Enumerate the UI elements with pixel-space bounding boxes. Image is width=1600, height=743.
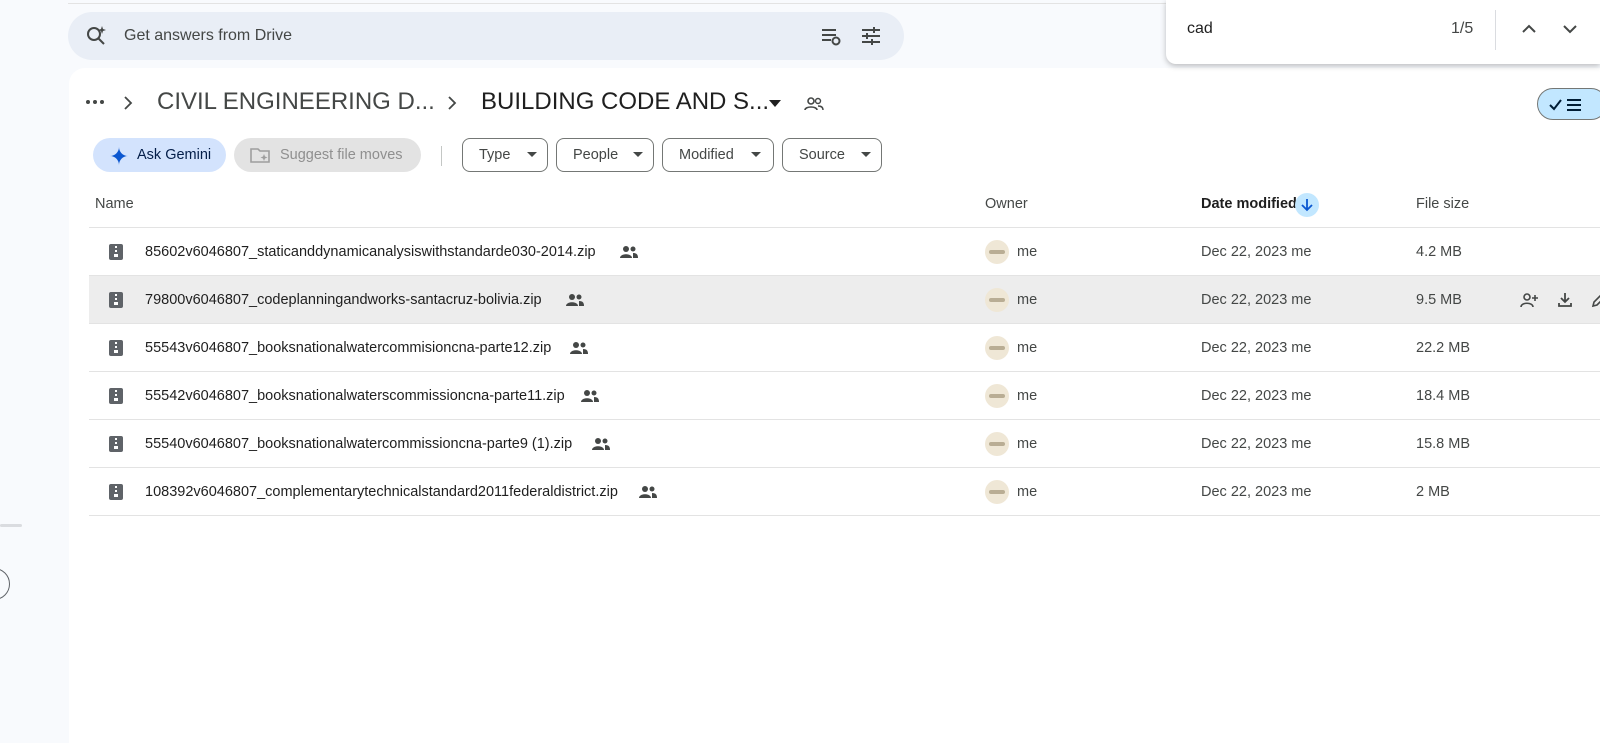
filter-people-label: People bbox=[573, 147, 619, 163]
shared-people-icon bbox=[620, 246, 638, 258]
find-match-count: 1/5 bbox=[1451, 20, 1474, 37]
more-horiz-icon[interactable] bbox=[82, 89, 108, 115]
suggest-file-moves-button[interactable]: Suggest file moves bbox=[234, 138, 421, 172]
file-name[interactable]: 85602v6046807_staticanddynamicanalysiswi… bbox=[145, 244, 596, 260]
table-header: Name Owner Date modified File size bbox=[89, 188, 1600, 228]
filter-tune-icon[interactable] bbox=[860, 25, 882, 47]
check-list-icon bbox=[1549, 99, 1581, 111]
filter-modified-label: Modified bbox=[679, 147, 734, 163]
column-date-modified[interactable]: Date modified bbox=[1201, 196, 1297, 212]
shared-people-icon bbox=[592, 438, 610, 450]
ask-gemini-label: Ask Gemini bbox=[137, 147, 212, 163]
avatar bbox=[985, 384, 1009, 408]
date-modified-text: Dec 22, 2023 me bbox=[1201, 484, 1312, 500]
zip-file-icon bbox=[109, 292, 123, 308]
avatar bbox=[985, 432, 1009, 456]
date-modified-text: Dec 22, 2023 me bbox=[1201, 292, 1312, 308]
breadcrumb-current[interactable]: BUILDING CODE AND S... bbox=[481, 88, 769, 116]
shared-people-icon bbox=[639, 486, 657, 498]
owner-text: me bbox=[1017, 484, 1038, 500]
sort-direction-button[interactable] bbox=[1295, 193, 1319, 217]
table-row[interactable]: 55540v6046807_booksnationalwatercommissi… bbox=[89, 420, 1600, 468]
download-icon[interactable] bbox=[1555, 290, 1575, 310]
column-file-size[interactable]: File size bbox=[1416, 196, 1469, 212]
chevron-down-icon[interactable] bbox=[1561, 20, 1579, 38]
column-owner[interactable]: Owner bbox=[985, 196, 1028, 212]
zip-file-icon bbox=[109, 484, 123, 500]
column-name[interactable]: Name bbox=[95, 196, 134, 212]
date-modified-text: Dec 22, 2023 me bbox=[1201, 388, 1312, 404]
filter-modified[interactable]: Modified bbox=[662, 138, 774, 172]
filter-type-label: Type bbox=[479, 147, 511, 163]
shared-people-icon bbox=[566, 294, 584, 306]
file-size-text: 2 MB bbox=[1416, 484, 1450, 500]
avatar bbox=[985, 336, 1009, 360]
chevron-right-icon bbox=[448, 96, 457, 110]
avatar bbox=[985, 480, 1009, 504]
search-input[interactable]: Get answers from Drive bbox=[124, 27, 292, 45]
date-modified-text: Dec 22, 2023 me bbox=[1201, 340, 1312, 356]
caret-down-icon bbox=[861, 152, 871, 157]
zip-file-icon bbox=[109, 436, 123, 452]
table-row[interactable]: 85602v6046807_staticanddynamicanalysiswi… bbox=[89, 228, 1600, 276]
owner-text: me bbox=[1017, 244, 1038, 260]
ask-gemini-button[interactable]: Ask Gemini bbox=[93, 138, 226, 172]
filter-type[interactable]: Type bbox=[462, 138, 548, 172]
owner-text: me bbox=[1017, 436, 1038, 452]
search-sparkle-icon bbox=[87, 26, 106, 45]
table-row[interactable]: 55542v6046807_booksnationalwaterscommiss… bbox=[89, 372, 1600, 420]
owner-text: me bbox=[1017, 388, 1038, 404]
file-size-text: 15.8 MB bbox=[1416, 436, 1470, 452]
left-sidebar bbox=[0, 0, 68, 743]
table-row[interactable]: 108392v6046807_complementarytechnicalsta… bbox=[89, 468, 1600, 516]
folder-sparkle-icon bbox=[250, 148, 270, 163]
file-name[interactable]: 108392v6046807_complementarytechnicalsta… bbox=[145, 484, 618, 500]
chip-divider bbox=[441, 146, 442, 166]
breadcrumb-parent[interactable]: CIVIL ENGINEERING D... bbox=[157, 88, 435, 116]
table-row[interactable]: 55543v6046807_booksnationalwatercommisio… bbox=[89, 324, 1600, 372]
file-name[interactable]: 55542v6046807_booksnationalwaterscommiss… bbox=[145, 388, 565, 404]
file-name[interactable]: 55540v6046807_booksnationalwatercommissi… bbox=[145, 436, 572, 452]
view-toggle-list[interactable] bbox=[1537, 88, 1600, 120]
find-input[interactable]: cad bbox=[1187, 20, 1213, 38]
avatar bbox=[985, 288, 1009, 312]
file-name[interactable]: 55543v6046807_booksnationalwatercommisio… bbox=[145, 340, 551, 356]
file-size-text: 18.4 MB bbox=[1416, 388, 1470, 404]
shared-people-icon bbox=[570, 342, 588, 354]
owner-text: me bbox=[1017, 340, 1038, 356]
suggest-file-moves-label: Suggest file moves bbox=[280, 147, 403, 163]
gemini-sparkle-icon bbox=[110, 147, 128, 165]
zip-file-icon bbox=[109, 388, 123, 404]
sidebar-divider bbox=[0, 524, 22, 527]
search-bar[interactable]: Get answers from Drive bbox=[68, 12, 904, 60]
avatar bbox=[985, 240, 1009, 264]
chevron-up-icon[interactable] bbox=[1520, 20, 1538, 38]
find-divider bbox=[1495, 10, 1496, 50]
filter-source[interactable]: Source bbox=[782, 138, 882, 172]
date-modified-text: Dec 22, 2023 me bbox=[1201, 244, 1312, 260]
arrow-down-icon bbox=[1301, 199, 1313, 212]
find-in-page-bar: cad 1/5 bbox=[1166, 0, 1600, 64]
table-row[interactable]: 79800v6046807_codeplanningandworks-santa… bbox=[89, 276, 1600, 324]
shared-folder-people-icon bbox=[804, 97, 824, 111]
search-settings-icon[interactable] bbox=[820, 25, 842, 47]
shared-people-icon bbox=[581, 390, 599, 402]
file-size-text: 22.2 MB bbox=[1416, 340, 1470, 356]
date-modified-text: Dec 22, 2023 me bbox=[1201, 436, 1312, 452]
filter-source-label: Source bbox=[799, 147, 845, 163]
caret-down-icon bbox=[751, 152, 761, 157]
file-size-text: 4.2 MB bbox=[1416, 244, 1462, 260]
zip-file-icon bbox=[109, 340, 123, 356]
caret-down-icon bbox=[527, 152, 537, 157]
rename-edit-icon[interactable] bbox=[1589, 290, 1600, 310]
zip-file-icon bbox=[109, 244, 123, 260]
filter-people[interactable]: People bbox=[556, 138, 654, 172]
chevron-right-icon bbox=[124, 96, 133, 110]
owner-text: me bbox=[1017, 292, 1038, 308]
caret-down-icon[interactable] bbox=[765, 96, 785, 110]
file-name[interactable]: 79800v6046807_codeplanningandworks-santa… bbox=[145, 292, 542, 308]
file-size-text: 9.5 MB bbox=[1416, 292, 1462, 308]
share-add-person-icon[interactable] bbox=[1519, 290, 1539, 310]
caret-down-icon bbox=[633, 152, 643, 157]
